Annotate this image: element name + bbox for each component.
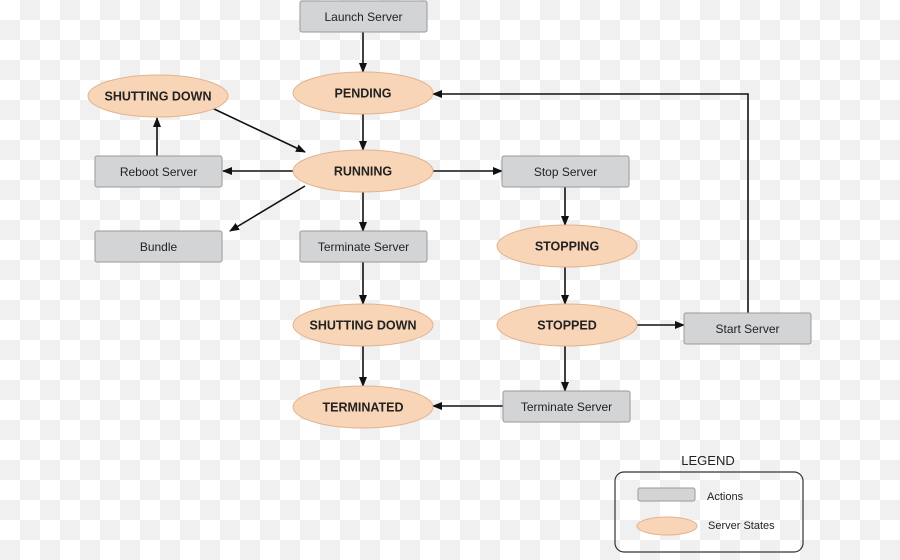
action-reboot: Reboot Server — [94, 155, 223, 188]
node-label: Terminate Server — [521, 400, 612, 414]
state-shutting-down: SHUTTING DOWN — [292, 303, 434, 347]
action-bundle: Bundle — [94, 230, 223, 263]
node-label: Bundle — [140, 240, 178, 254]
arrow-shutting_down_reboot-to-running — [211, 107, 306, 153]
node-label: STOPPED — [537, 319, 597, 333]
state-stopping: STOPPING — [496, 224, 638, 268]
action-terminate: Terminate Server — [299, 230, 428, 263]
legend-state-swatch — [636, 516, 698, 536]
node-label: PENDING — [335, 87, 392, 101]
node-label: Reboot Server — [120, 165, 197, 179]
legend-actions-label: Actions — [707, 491, 744, 503]
state-terminated: TERMINATED — [292, 385, 434, 429]
state-pending: PENDING — [292, 71, 434, 115]
node-label: Terminate Server — [318, 240, 409, 254]
action-terminate-stopped: Terminate Server — [502, 390, 631, 423]
legend: LEGEND Actions Server States — [614, 453, 804, 553]
action-launch: Launch Server — [299, 0, 428, 33]
legend-title: LEGEND — [681, 453, 734, 468]
node-label: SHUTTING DOWN — [105, 90, 212, 104]
node-label: TERMINATED — [322, 401, 403, 415]
state-stopped: STOPPED — [496, 303, 638, 347]
server-lifecycle-diagram: Launch Server PENDING SHUTTING DOWN RUNNING… — [0, 0, 900, 560]
action-start: Start Server — [683, 312, 812, 345]
legend-box — [614, 471, 804, 553]
node-label: Stop Server — [534, 165, 597, 179]
legend-states-label: Server States — [708, 520, 775, 532]
node-label: Launch Server — [324, 10, 402, 24]
action-stop: Stop Server — [501, 155, 630, 188]
arrow-running-to-bundle — [229, 185, 306, 232]
node-label: RUNNING — [334, 165, 392, 179]
legend-action-swatch — [637, 487, 696, 502]
state-running: RUNNING — [292, 149, 434, 193]
diagram-canvas: Launch Server PENDING SHUTTING DOWN RUNNING… — [87, 0, 812, 553]
node-label: Start Server — [715, 322, 779, 336]
arrow-start-to-pending — [432, 90, 749, 313]
node-label: SHUTTING DOWN — [310, 319, 417, 333]
node-label: STOPPING — [535, 240, 599, 254]
state-shutting-down-reboot: SHUTTING DOWN — [87, 74, 229, 118]
